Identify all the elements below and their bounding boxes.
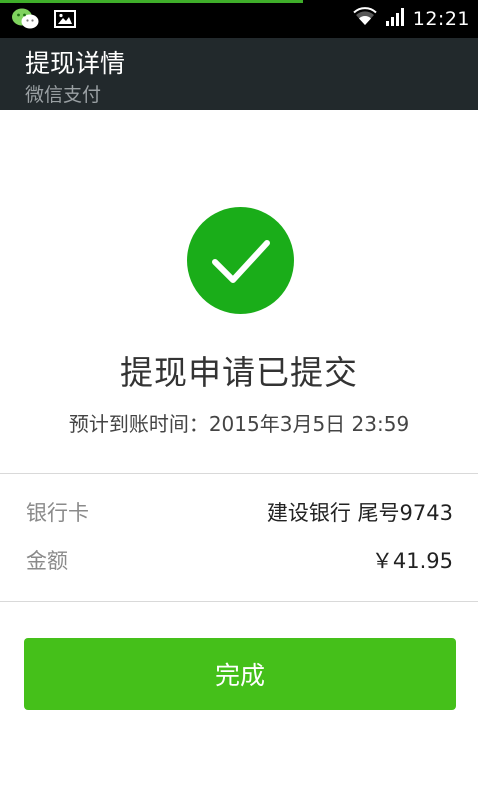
- image-icon: [54, 10, 76, 32]
- detail-row-bank-card: 银行卡 建设银行 尾号9743: [0, 497, 478, 537]
- detail-row-amount: 金额 ￥41.95: [0, 545, 478, 585]
- arrival-time-value: 2015年3月5日 23:59: [208, 412, 410, 436]
- detail-label: 银行卡: [26, 501, 89, 525]
- arrival-time-label: 预计到账时间：: [68, 412, 209, 436]
- detail-value: ￥41.95: [371, 549, 453, 573]
- signal-icon: [385, 7, 405, 31]
- divider-top: [0, 473, 478, 474]
- wifi-icon: [353, 7, 377, 31]
- done-button[interactable]: 完成: [24, 638, 456, 710]
- page-subtitle: 微信支付: [25, 84, 102, 106]
- detail-value: 建设银行 尾号9743: [266, 501, 453, 525]
- app-header: 提现详情 微信支付: [0, 38, 478, 110]
- status-progress-line: [0, 0, 303, 3]
- detail-label: 金额: [26, 549, 68, 573]
- status-bar: 12:21: [0, 0, 478, 38]
- wechat-icon: [12, 8, 40, 34]
- divider-bottom: [0, 601, 478, 602]
- check-circle-icon: [187, 207, 294, 314]
- result-title: 提现申请已提交: [120, 353, 358, 392]
- arrival-time: 预计到账时间：2015年3月5日 23:59: [0, 408, 478, 437]
- status-clock: 12:21: [412, 8, 470, 30]
- page-title: 提现详情: [25, 49, 126, 78]
